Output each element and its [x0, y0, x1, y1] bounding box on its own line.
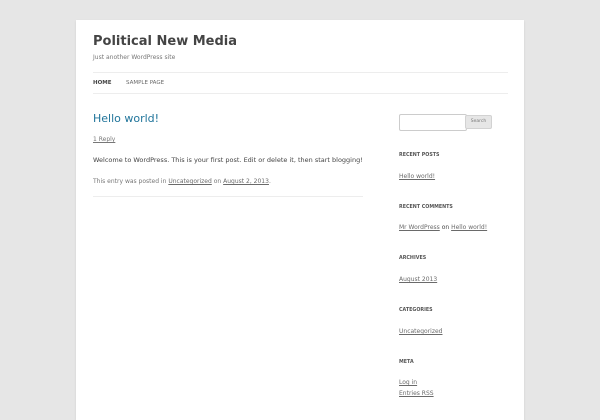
- date-link[interactable]: August 2, 2013: [223, 178, 269, 185]
- reply-link[interactable]: 1 Reply: [93, 136, 115, 143]
- category-widget-link[interactable]: Uncategorized: [399, 328, 442, 335]
- comment-on: on: [441, 224, 450, 231]
- categories-title: CATEGORIES: [399, 308, 433, 313]
- nav-sample-page[interactable]: SAMPLE PAGE: [126, 80, 164, 86]
- main-nav: HOME SAMPLE PAGE: [93, 72, 508, 94]
- comment-author-link[interactable]: Mr WordPress: [399, 224, 440, 231]
- post-content: Welcome to WordPress. This is your first…: [93, 156, 363, 164]
- meta-title: META: [399, 360, 414, 365]
- search-button[interactable]: Search: [465, 115, 492, 129]
- comment-post-link[interactable]: Hello world!: [451, 224, 487, 231]
- nav-home[interactable]: HOME: [93, 80, 112, 86]
- meta-prefix: This entry was posted in: [93, 178, 167, 185]
- recent-post-link[interactable]: Hello world!: [399, 173, 435, 180]
- site-title[interactable]: Political New Media: [93, 34, 237, 49]
- post-title[interactable]: Hello world!: [93, 112, 159, 125]
- recent-posts-title: RECENT POSTS: [399, 153, 440, 158]
- post-meta: This entry was posted in Uncategorized o…: [93, 178, 271, 185]
- site-description: Just another WordPress site: [93, 54, 176, 61]
- meta-period: .: [268, 178, 271, 185]
- archive-link[interactable]: August 2013: [399, 276, 437, 283]
- search-input[interactable]: [399, 114, 467, 131]
- meta-on: on: [213, 178, 222, 185]
- page-container: Political New Media Just another WordPre…: [76, 20, 524, 420]
- post-divider: [93, 196, 363, 197]
- entries-rss-link[interactable]: Entries RSS: [399, 390, 434, 397]
- category-link[interactable]: Uncategorized: [168, 178, 211, 185]
- recent-comment: Mr WordPress on Hello world!: [399, 224, 487, 231]
- recent-comments-title: RECENT COMMENTS: [399, 205, 453, 210]
- archives-title: ARCHIVES: [399, 256, 427, 261]
- login-link[interactable]: Log in: [399, 379, 417, 386]
